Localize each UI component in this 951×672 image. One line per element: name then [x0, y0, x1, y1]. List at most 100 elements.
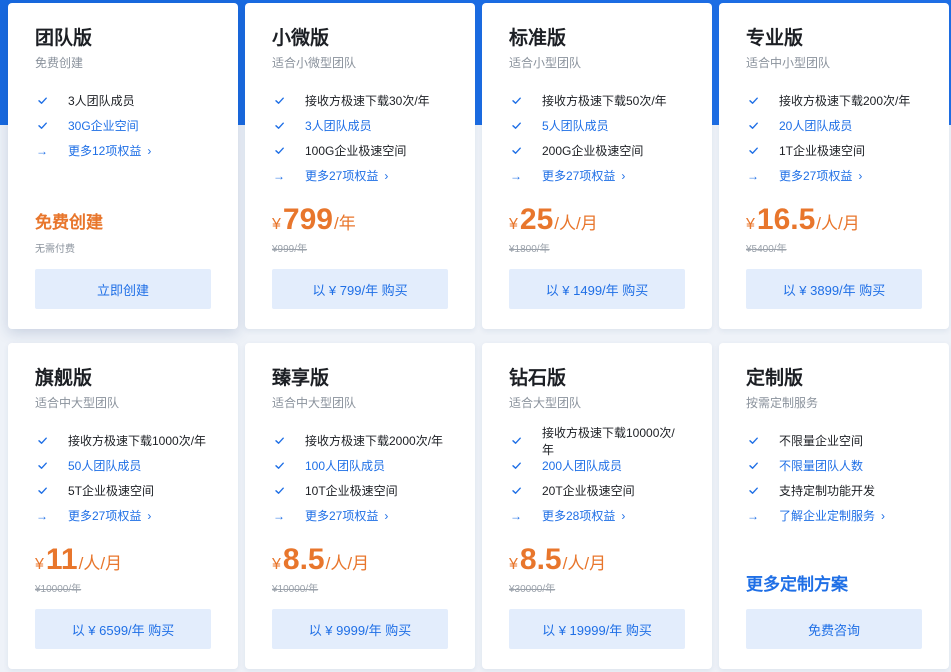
- plan-title: 臻享版: [272, 368, 330, 389]
- feature-text: 更多12项权益: [68, 144, 142, 158]
- plan-card-premium: 臻享版 适合中大型团队 接收方极速下载2000次/年 100人团队成员 10T企业极…: [245, 343, 475, 669]
- feature-item: 3人团队成员: [35, 88, 211, 113]
- arrow-right-icon: →: [747, 508, 759, 523]
- check-icon: [36, 94, 49, 107]
- more-benefits-link[interactable]: → 更多27项权益 ›: [272, 163, 448, 188]
- check-icon: [273, 434, 286, 447]
- plan-card-flagship: 旗舰版 适合中大型团队 接收方极速下载1000次/年 50人团队成员 5T企业极速空…: [8, 343, 238, 669]
- price-currency: ¥: [272, 556, 281, 573]
- check-icon: [273, 94, 286, 107]
- feature-list: 接收方极速下载30次/年 3人团队成员 100G企业极速空间 → 更多27项权益 ›: [272, 88, 448, 188]
- feature-text: 200人团队成员: [542, 459, 623, 473]
- plan-subtitle: 按需定制服务: [746, 396, 819, 410]
- more-benefits-link[interactable]: → 更多27项权益 ›: [746, 163, 922, 188]
- chevron-right-icon: ›: [384, 508, 389, 523]
- feature-list: 3人团队成员 30G企业空间 → 更多12项权益 ›: [35, 88, 211, 163]
- price-currency: ¥: [272, 216, 281, 233]
- price-unit: /人/月: [78, 554, 123, 573]
- plan-title: 团队版: [35, 28, 93, 49]
- purchase-button-team[interactable]: 立即创建: [35, 269, 211, 309]
- feature-text: 50人团队成员: [68, 459, 142, 473]
- check-icon: [747, 94, 760, 107]
- feature-item: 接收方极速下载200次/年: [746, 88, 922, 113]
- feature-item: 接收方极速下载10000次/年: [509, 426, 685, 457]
- feature-item: 50人团队成员: [35, 453, 211, 478]
- feature-text: 更多27项权益: [542, 169, 616, 183]
- more-benefits-link[interactable]: → 更多28项权益 ›: [509, 503, 685, 528]
- feature-item: 200G企业极速空间: [509, 138, 685, 163]
- feature-list: 接收方极速下载10000次/年 200人团队成员 20T企业极速空间 → 更多28项权益…: [509, 426, 685, 528]
- feature-text: 了解企业定制服务: [779, 509, 876, 523]
- price-currency: ¥: [509, 556, 518, 573]
- price-amount: 11: [45, 543, 78, 576]
- feature-item: 1T企业极速空间: [746, 138, 922, 163]
- feature-list: 接收方极速下载50次/年 5人团队成员 200G企业极速空间 → 更多27项权益 ›: [509, 88, 685, 188]
- free-note: 无需付费: [35, 244, 75, 255]
- check-icon: [510, 459, 523, 472]
- more-benefits-link[interactable]: → 更多12项权益 ›: [35, 138, 211, 163]
- feature-text: 10T企业极速空间: [305, 484, 398, 498]
- price-block: ¥8.5/人/月 ¥10000/年: [272, 543, 448, 596]
- plan-subtitle: 适合中大型团队: [35, 396, 120, 410]
- plan-title: 专业版: [746, 28, 804, 49]
- more-benefits-link[interactable]: → 更多27项权益 ›: [272, 503, 448, 528]
- feature-text: 200G企业极速空间: [542, 144, 644, 158]
- feature-text: 30G企业空间: [68, 119, 139, 133]
- feature-text: 不限量企业空间: [779, 434, 864, 448]
- check-icon: [273, 459, 286, 472]
- feature-item: 30G企业空间: [35, 113, 211, 138]
- more-benefits-link[interactable]: → 更多27项权益 ›: [509, 163, 685, 188]
- feature-item: 10T企业极速空间: [272, 478, 448, 503]
- price-block: 更多定制方案: [746, 543, 922, 597]
- feature-item: 接收方极速下载2000次/年: [272, 428, 448, 453]
- original-price: ¥10000/年: [35, 584, 82, 595]
- feature-text: 接收方极速下载1000次/年: [68, 434, 207, 448]
- feature-list: 接收方极速下载200次/年 20人团队成员 1T企业极速空间 → 更多27项权益 ›: [746, 88, 922, 188]
- price-amount: 8.5: [282, 543, 325, 576]
- check-icon: [747, 144, 760, 157]
- more-benefits-link[interactable]: → 更多27项权益 ›: [35, 503, 211, 528]
- feature-item: 接收方极速下载50次/年: [509, 88, 685, 113]
- feature-item: 3人团队成员: [272, 113, 448, 138]
- feature-text: 接收方极速下载2000次/年: [305, 434, 444, 448]
- original-price: ¥5400/年: [746, 244, 787, 255]
- check-icon: [36, 119, 49, 132]
- check-icon: [36, 434, 49, 447]
- plan-grid: 团队版 免费创建 3人团队成员 30G企业空间 → 更多12项权益 › 免费创建 无需付费…: [8, 3, 949, 669]
- feature-text: 5人团队成员: [542, 119, 609, 133]
- purchase-button-premium[interactable]: 以 ¥ 9999/年 购买: [272, 609, 448, 649]
- plan-card-micro: 小微版 适合小微型团队 接收方极速下载30次/年 3人团队成员 100G企业极速空间…: [245, 3, 475, 329]
- check-icon: [510, 434, 523, 447]
- purchase-button-diamond[interactable]: 以 ¥ 19999/年 购买: [509, 609, 685, 649]
- price: ¥799/年: [272, 203, 448, 237]
- purchase-button-pro[interactable]: 以 ¥ 3899/年 购买: [746, 269, 922, 309]
- arrow-right-icon: →: [273, 508, 285, 523]
- price-unit: /人/月: [562, 554, 607, 573]
- original-price: ¥999/年: [272, 244, 308, 255]
- free-create-label: 免费创建: [35, 213, 103, 232]
- check-icon: [510, 144, 523, 157]
- feature-text: 不限量团队人数: [779, 459, 864, 473]
- plan-subtitle: 适合小微型团队: [272, 56, 357, 70]
- purchase-button-micro[interactable]: 以 ¥ 799/年 购买: [272, 269, 448, 309]
- price-currency: ¥: [509, 216, 518, 233]
- custom-plan-label[interactable]: 更多定制方案: [746, 573, 922, 597]
- original-price: ¥30000/年: [509, 584, 556, 595]
- feature-text: 更多27项权益: [68, 509, 142, 523]
- feature-item: 不限量团队人数: [746, 453, 922, 478]
- feature-text: 接收方极速下载30次/年: [305, 94, 430, 108]
- check-icon: [273, 484, 286, 497]
- price-amount: 799: [282, 203, 333, 236]
- purchase-button-custom[interactable]: 免费咨询: [746, 609, 922, 649]
- price-unit: /人/月: [816, 214, 860, 233]
- feature-text: 接收方极速下载50次/年: [542, 94, 667, 108]
- chevron-right-icon: ›: [881, 508, 886, 523]
- more-benefits-link[interactable]: → 了解企业定制服务 ›: [746, 503, 922, 528]
- check-icon: [747, 459, 760, 472]
- purchase-button-standard[interactable]: 以 ¥ 1499/年 购买: [509, 269, 685, 309]
- feature-text: 20T企业极速空间: [542, 484, 635, 498]
- purchase-button-flagship[interactable]: 以 ¥ 6599/年 购买: [35, 609, 211, 649]
- check-icon: [510, 94, 523, 107]
- check-icon: [747, 119, 760, 132]
- arrow-right-icon: →: [273, 168, 285, 183]
